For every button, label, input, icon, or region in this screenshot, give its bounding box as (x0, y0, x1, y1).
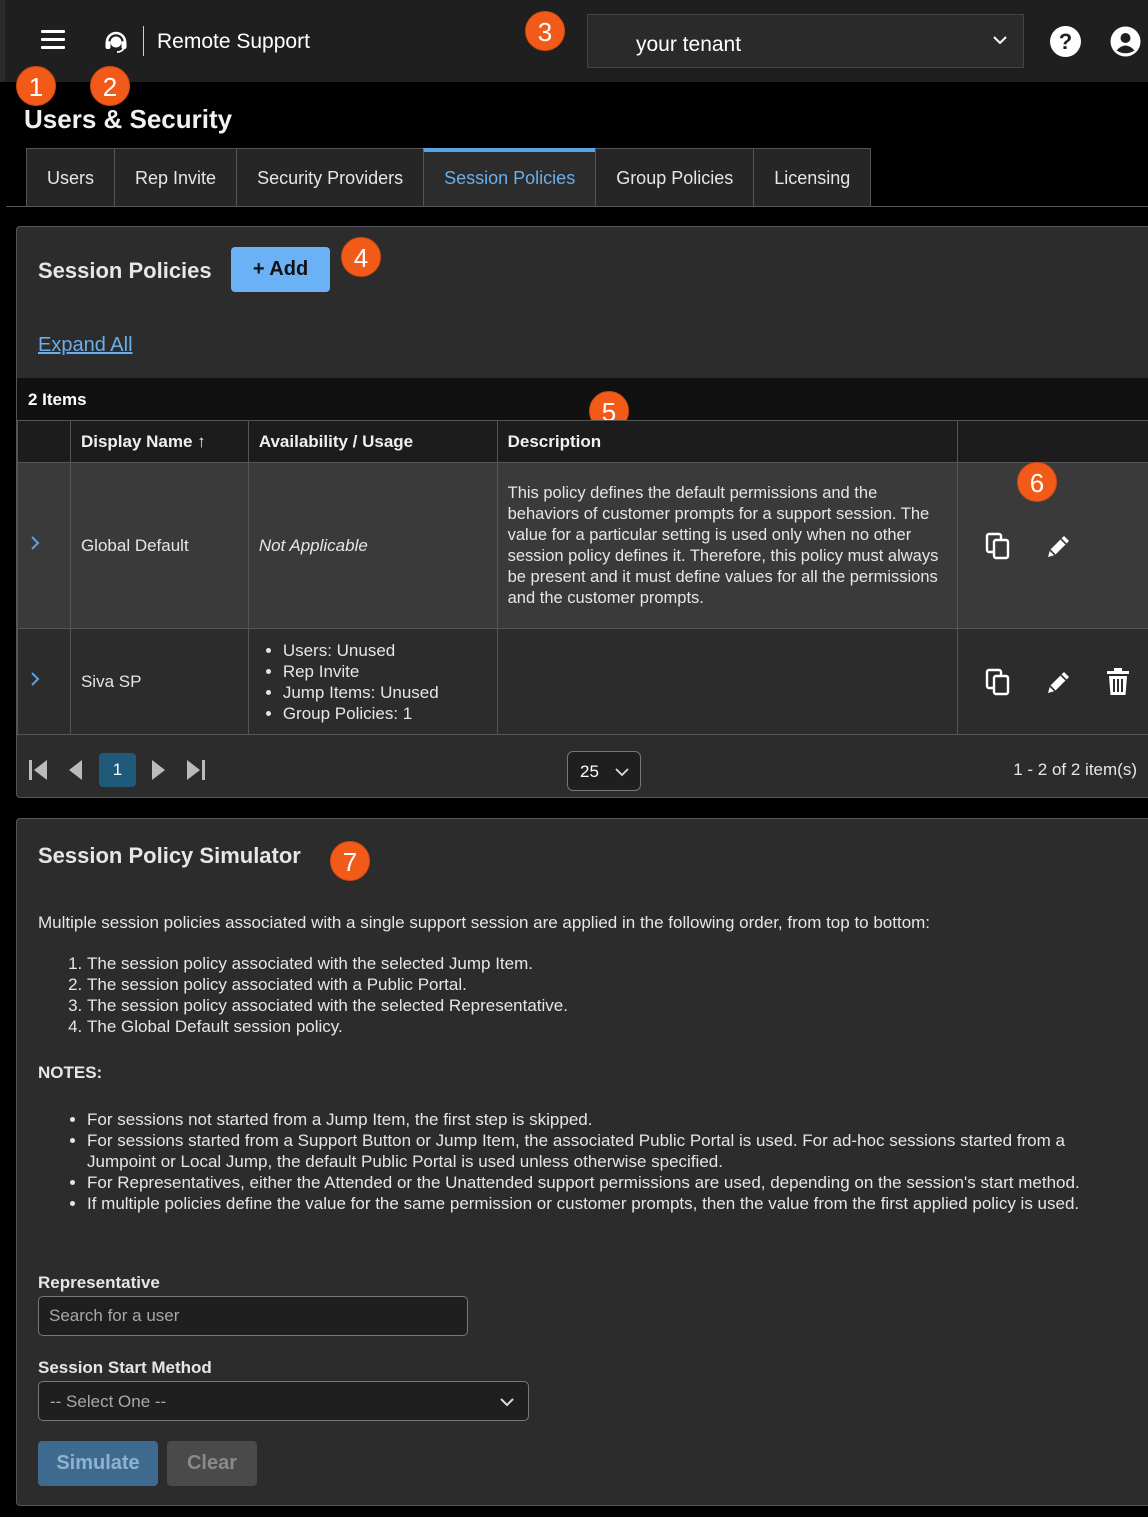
simulate-button[interactable]: Simulate (38, 1441, 158, 1486)
usage-item: Users: Unused (283, 640, 497, 661)
representative-label: Representative (38, 1273, 160, 1292)
usage-item: Jump Items: Unused (283, 682, 497, 703)
chevron-down-icon (993, 36, 1007, 45)
tab-bar: Users Rep Invite Security Providers Sess… (26, 148, 872, 207)
policy-name: Global Default (69, 462, 249, 629)
current-page-button[interactable]: 1 (99, 753, 136, 787)
edit-pencil-icon[interactable] (1044, 667, 1072, 697)
step-item: The session policy associated with the s… (87, 995, 568, 1016)
tab-security-providers[interactable]: Security Providers (236, 148, 424, 207)
items-count: 2 Items (28, 390, 87, 409)
tab-group-policies[interactable]: Group Policies (595, 148, 754, 207)
app-title: Remote Support (157, 30, 310, 53)
column-header-expand (17, 420, 71, 463)
policy-availability: Not Applicable (247, 462, 498, 629)
row-actions (957, 628, 1148, 735)
session-policies-title: Session Policies (38, 258, 212, 283)
clear-button[interactable]: Clear (167, 1441, 257, 1486)
note-item: For sessions not started from a Jump Ite… (87, 1109, 1127, 1130)
tab-session-policies[interactable]: Session Policies (423, 148, 596, 207)
step-item: The session policy associated with the s… (87, 953, 568, 974)
representative-search-input[interactable] (38, 1296, 468, 1336)
note-item: For Representatives, either the Attended… (87, 1172, 1127, 1193)
tab-licensing[interactable]: Licensing (753, 148, 872, 207)
column-header-description[interactable]: Description (496, 420, 959, 463)
usage-item: Group Policies: 1 (283, 703, 497, 724)
table-row: Siva SP Users: Unused Rep Invite Jump It… (17, 628, 1148, 735)
copy-icon[interactable] (984, 667, 1012, 697)
page-title: Users & Security (24, 104, 233, 134)
user-account-icon[interactable] (1110, 26, 1141, 57)
annotation-badge: 6 (1017, 462, 1057, 502)
notes-heading: NOTES: (38, 1063, 103, 1082)
top-bar: Remote Support your tenant ? (0, 0, 1148, 82)
annotation-badge: 7 (330, 841, 370, 881)
session-start-method-label: Session Start Method (38, 1358, 212, 1377)
pagination: 1 25 1 - 2 of 2 item(s) (17, 732, 1148, 798)
session-policies-panel: Session Policies + Add 4 Expand All 2 It… (16, 226, 1148, 798)
policy-description (496, 628, 959, 735)
last-page-icon[interactable] (185, 758, 207, 782)
column-header-availability[interactable]: Availability / Usage (247, 420, 498, 463)
page-size-select[interactable]: 25 (567, 751, 641, 791)
note-item: If multiple policies define the value fo… (87, 1193, 1127, 1214)
hamburger-menu-icon[interactable] (41, 30, 65, 50)
usage-item: Rep Invite (283, 661, 497, 682)
row-expand-cell[interactable] (17, 462, 71, 629)
note-item: For sessions started from a Support Butt… (87, 1130, 1127, 1172)
step-item: The session policy associated with a Pub… (87, 974, 568, 995)
header-divider (143, 26, 144, 56)
annotation-badge: 2 (90, 66, 130, 106)
notes-list: For sessions not started from a Jump Ite… (67, 1109, 1127, 1214)
usage-list: Users: Unused Rep Invite Jump Items: Unu… (259, 640, 497, 724)
chevron-down-icon (500, 1398, 514, 1407)
tenant-select-value: your tenant (636, 33, 742, 56)
chevron-right-icon[interactable] (28, 534, 42, 552)
annotation-badge: 3 (525, 11, 565, 51)
simulator-panel: Session Policy Simulator 7 Multiple sess… (16, 818, 1148, 1506)
next-page-icon[interactable] (147, 758, 169, 782)
items-count-bar: 2 Items (17, 378, 1148, 420)
simulator-steps: The session policy associated with the s… (67, 953, 568, 1037)
column-header-actions (957, 420, 1148, 463)
previous-page-icon[interactable] (65, 758, 87, 782)
annotation-badge: 1 (16, 66, 56, 106)
simulator-intro: Multiple session policies associated wit… (38, 913, 931, 932)
tab-rep-invite[interactable]: Rep Invite (114, 148, 237, 207)
page-size-value: 25 (580, 762, 599, 781)
chevron-right-icon[interactable] (28, 670, 42, 688)
add-policy-button[interactable]: + Add (231, 247, 330, 292)
chevron-down-icon (615, 768, 629, 777)
policy-name: Siva SP (69, 628, 249, 735)
table-row: Global Default Not Applicable This polic… (17, 462, 1148, 629)
annotation-badge: 4 (341, 237, 381, 277)
simulator-title: Session Policy Simulator (38, 843, 301, 868)
step-item: The Global Default session policy. (87, 1016, 568, 1037)
trash-icon[interactable] (1104, 667, 1132, 697)
help-icon[interactable]: ? (1050, 26, 1081, 57)
first-page-icon[interactable] (27, 758, 49, 782)
session-start-method-value: -- Select One -- (50, 1392, 167, 1411)
pagination-info: 1 - 2 of 2 item(s) (1013, 760, 1137, 779)
headset-logo-icon (105, 31, 127, 53)
session-start-method-select[interactable]: -- Select One -- (38, 1381, 529, 1421)
expand-all-link[interactable]: Expand All (38, 334, 133, 357)
edit-pencil-icon[interactable] (1044, 531, 1072, 561)
row-expand-cell[interactable] (17, 628, 71, 735)
tenant-select[interactable]: your tenant (587, 14, 1024, 68)
policies-table: Display Name ↑ Availability / Usage Desc… (17, 420, 1148, 735)
column-header-display-name[interactable]: Display Name ↑ (69, 420, 249, 463)
tabs-underline (6, 206, 1148, 207)
policy-description: This policy defines the default permissi… (496, 462, 959, 629)
policy-usage: Users: Unused Rep Invite Jump Items: Unu… (247, 628, 498, 735)
tab-users[interactable]: Users (26, 148, 115, 207)
copy-icon[interactable] (984, 531, 1012, 561)
